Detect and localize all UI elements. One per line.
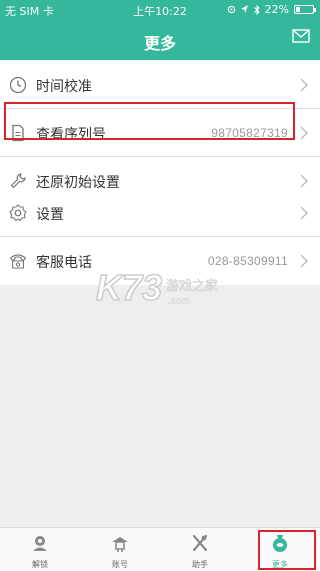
tab-assistant[interactable]: 助手	[160, 528, 240, 571]
settings-row-settings[interactable]: 设置	[0, 189, 320, 237]
tab-more[interactable]: 更多	[240, 528, 320, 571]
status-bar: 无 SIM 卡 上午10:22 22%	[0, 0, 320, 20]
settings-group-1: 时间校准 查看序列号 98705827319 还原初始设置	[0, 61, 320, 205]
bluetooth-icon	[253, 4, 260, 15]
tab-label: 账号	[112, 560, 128, 569]
tab-bar: 解锁 账号 助手 更多	[0, 527, 320, 571]
tab-label: 更多	[272, 560, 288, 569]
settings-row-serial-number[interactable]: 查看序列号 98705827319	[0, 109, 320, 157]
page-title: 更多	[143, 34, 176, 53]
watermark-brand-text: 游戏之家	[166, 278, 218, 294]
chevron-right-icon	[300, 254, 308, 268]
chevron-right-icon	[300, 174, 308, 188]
chevron-right-icon	[300, 78, 308, 92]
tab-label: 解锁	[32, 560, 48, 569]
settings-row-label: 客服电话	[36, 255, 92, 271]
settings-row-label: 查看序列号	[36, 127, 106, 143]
status-indicators: 22%	[227, 3, 316, 16]
wrench-icon	[10, 173, 26, 189]
tab-account[interactable]: 账号	[80, 528, 160, 571]
assistant-icon	[192, 534, 208, 552]
clock-icon	[9, 76, 27, 94]
unlock-icon	[33, 536, 47, 551]
chevron-right-icon	[300, 126, 308, 140]
battery-icon	[294, 5, 316, 14]
battery-fill	[296, 7, 300, 12]
navigation-icon	[240, 5, 248, 14]
phone-icon	[9, 254, 27, 269]
mail-icon[interactable]	[292, 29, 310, 43]
tab-unlock[interactable]: 解锁	[0, 528, 80, 571]
settings-row-label: 时间校准	[36, 79, 92, 95]
settings-row-time-calibration[interactable]: 时间校准	[0, 61, 320, 109]
watermark-domain-text: .com	[168, 296, 190, 307]
tab-label: 助手	[192, 560, 208, 569]
gear-icon	[9, 204, 27, 222]
watermark-logo-text: K73	[96, 267, 162, 308]
settings-row-label: 设置	[36, 207, 64, 223]
account-icon	[112, 537, 128, 552]
document-icon	[12, 124, 24, 142]
more-icon	[273, 535, 287, 552]
location-icon	[227, 5, 235, 14]
battery-percent: 22%	[264, 3, 289, 16]
header-bar: 更多	[0, 20, 320, 60]
chevron-right-icon	[300, 206, 308, 220]
watermark-logo: K73 游戏之家 .com	[95, 266, 236, 312]
serial-number-value: 98705827319	[211, 126, 288, 140]
